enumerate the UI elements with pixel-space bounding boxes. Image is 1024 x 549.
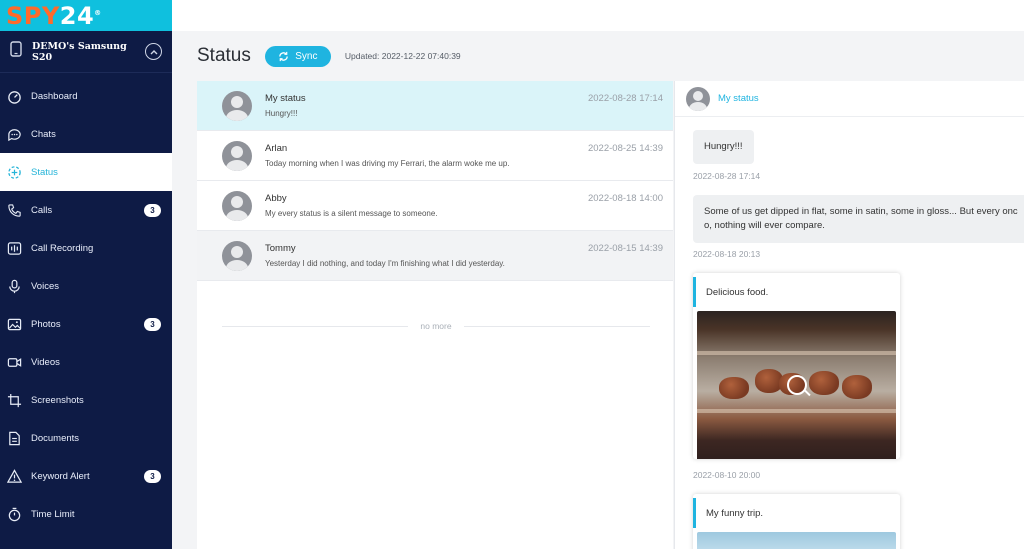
brand-logo: SPY24®: [6, 1, 102, 30]
status-post-bubble: Hungry!!!: [693, 130, 754, 164]
post-timestamp: 2022-08-18 20:13: [693, 249, 761, 259]
sidebar-item-keyword-alert[interactable]: Keyword Alert 3: [0, 457, 172, 495]
status-message: My every status is a silent message to s…: [265, 209, 438, 218]
avatar: [222, 190, 252, 221]
status-photo[interactable]: [697, 311, 896, 459]
status-time: 2022-08-15 14:39: [587, 243, 663, 254]
status-row-my-status[interactable]: My status Hungry!!! 2022-08-28 17:14: [197, 81, 673, 131]
status-row-abby[interactable]: Abby My every status is a silent message…: [197, 181, 673, 231]
oven-rack: [697, 409, 896, 413]
sidebar-item-voices[interactable]: Voices: [0, 267, 172, 305]
sidebar-item-photos[interactable]: Photos 3: [0, 305, 172, 343]
list-end-marker: no more: [222, 321, 650, 331]
status-list: My status Hungry!!! 2022-08-28 17:14 Arl…: [197, 81, 673, 549]
alert-icon: [6, 468, 22, 484]
document-icon: [6, 430, 22, 446]
photo-caption: Delicious food.: [693, 277, 900, 307]
sync-icon: [279, 51, 289, 61]
sidebar-item-call-recording[interactable]: Call Recording: [0, 229, 172, 267]
avatar: [222, 90, 252, 121]
keyword-alert-badge: 3: [144, 469, 161, 483]
crop-icon: [6, 392, 22, 408]
food-item: [719, 377, 749, 399]
avatar: [222, 140, 252, 171]
status-photo-card[interactable]: My funny trip.: [693, 494, 900, 549]
sync-button[interactable]: Sync: [264, 45, 331, 67]
status-time: 2022-08-28 17:14: [587, 93, 663, 104]
status-row-tommy[interactable]: Tommy Yesterday I did nothing, and today…: [197, 231, 673, 281]
status-icon: [6, 164, 22, 180]
status-message: Yesterday I did nothing, and today I'm f…: [265, 259, 505, 268]
food-item: [809, 371, 839, 395]
avatar: [686, 86, 710, 111]
video-icon: [6, 354, 22, 370]
sidebar-item-documents[interactable]: Documents: [0, 419, 172, 457]
sidebar-item-chats[interactable]: Chats: [0, 115, 172, 153]
call-recording-icon: [6, 240, 22, 256]
status-time: 2022-08-18 14:00: [587, 193, 663, 204]
logo: SPY24®: [0, 0, 172, 31]
post-timestamp: 2022-08-28 17:14: [693, 171, 761, 181]
photo-caption: My funny trip.: [693, 498, 900, 528]
photo-icon: [6, 316, 22, 332]
sidebar-item-screenshots[interactable]: Screenshots: [0, 381, 172, 419]
chat-icon: [6, 126, 22, 142]
status-post-bubble: Some of us get dipped in flat, some in s…: [693, 195, 1024, 243]
divider: [222, 325, 409, 327]
status-time: 2022-08-25 14:39: [587, 143, 663, 154]
status-photo[interactable]: [697, 532, 896, 549]
sidebar-item-time-limit[interactable]: Time Limit: [0, 495, 172, 533]
sidebar-nav: Dashboard Chats Status Calls 3 Call Reco…: [0, 73, 172, 533]
page-title: Status: [197, 45, 251, 66]
food-item: [842, 375, 872, 399]
status-row-arlan[interactable]: Arlan Today morning when I was driving m…: [197, 131, 673, 181]
updated-timestamp: Updated: 2022-12-22 07:40:39: [344, 51, 461, 61]
status-photo-card[interactable]: Delicious food.: [693, 273, 900, 459]
calls-badge: 3: [144, 203, 161, 217]
divider: [463, 325, 650, 327]
timer-icon: [6, 506, 22, 522]
status-message: Hungry!!!: [265, 109, 298, 118]
microphone-icon: [6, 278, 22, 294]
dashboard-icon: [6, 88, 22, 104]
status-detail-panel: My status Hungry!!! 2022-08-28 17:14 Som…: [674, 81, 1024, 549]
phone-icon: [6, 202, 22, 218]
top-bar: [172, 0, 1024, 31]
detail-contact-name: My status: [718, 93, 759, 104]
avatar: [222, 240, 252, 271]
sidebar-item-videos[interactable]: Videos: [0, 343, 172, 381]
sidebar-item-status[interactable]: Status: [0, 153, 172, 191]
chevron-up-icon[interactable]: [145, 43, 162, 60]
app: SPY24® DEMO's Samsung S20 Dashboard Chat…: [0, 0, 1024, 549]
photos-badge: 3: [144, 317, 161, 331]
page-header: Status Sync Updated: 2022-12-22 07:40:39: [172, 31, 1024, 81]
zoom-icon[interactable]: [787, 375, 807, 395]
device-selector[interactable]: DEMO's Samsung S20: [0, 31, 172, 73]
detail-header: My status: [675, 81, 1024, 117]
sidebar: SPY24® DEMO's Samsung S20 Dashboard Chat…: [0, 0, 172, 549]
post-timestamp: 2022-08-10 20:00: [693, 470, 761, 480]
device-name: DEMO's Samsung S20: [32, 40, 127, 63]
sidebar-item-calls[interactable]: Calls 3: [0, 191, 172, 229]
phone-icon: [10, 41, 22, 62]
sidebar-item-dashboard[interactable]: Dashboard: [0, 77, 172, 115]
oven-rack: [697, 351, 896, 355]
status-message: Today morning when I was driving my Ferr…: [265, 159, 510, 168]
